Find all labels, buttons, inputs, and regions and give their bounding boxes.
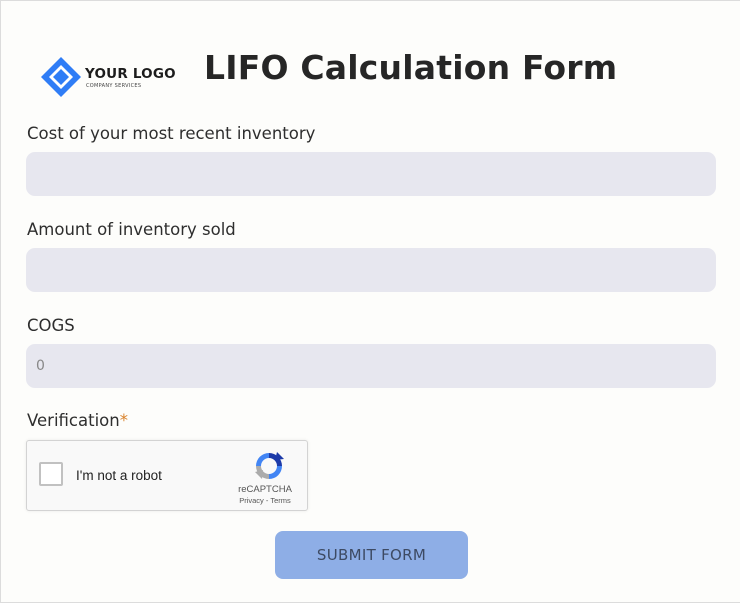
cost-label: Cost of your most recent inventory	[27, 124, 316, 143]
amount-sold-input[interactable]	[26, 248, 716, 292]
recaptcha-widget: I'm not a robot reCAPTCHA Privacy - Term…	[26, 440, 308, 511]
company-logo: YOUR LOGO COMPANY SERVICES	[40, 56, 180, 98]
form-header: YOUR LOGO COMPANY SERVICES LIFO Calculat…	[40, 48, 720, 104]
recaptcha-terms-link[interactable]: Terms	[270, 496, 290, 505]
recaptcha-privacy-link[interactable]: Privacy	[239, 496, 264, 505]
recaptcha-brand: reCAPTCHA	[238, 484, 292, 495]
recaptcha-checkbox-label: I'm not a robot	[76, 468, 162, 483]
recaptcha-icon	[255, 452, 284, 479]
page-title: LIFO Calculation Form	[204, 48, 618, 87]
amount-sold-label: Amount of inventory sold	[27, 220, 236, 239]
recaptcha-links: Privacy - Terms	[225, 496, 305, 505]
recaptcha-checkbox[interactable]	[39, 462, 63, 486]
logo-diamond-icon	[41, 57, 81, 97]
verification-text: Verification	[27, 411, 120, 430]
logo-subtext: COMPANY SERVICES	[86, 83, 142, 89]
required-marker: *	[119, 411, 128, 430]
verification-label: Verification*	[27, 411, 128, 430]
cogs-label: COGS	[27, 316, 75, 335]
cogs-field[interactable]	[26, 344, 716, 388]
submit-button[interactable]: SUBMIT FORM	[275, 531, 468, 579]
cost-input[interactable]	[26, 152, 716, 196]
logo-text: YOUR LOGO	[85, 66, 176, 82]
